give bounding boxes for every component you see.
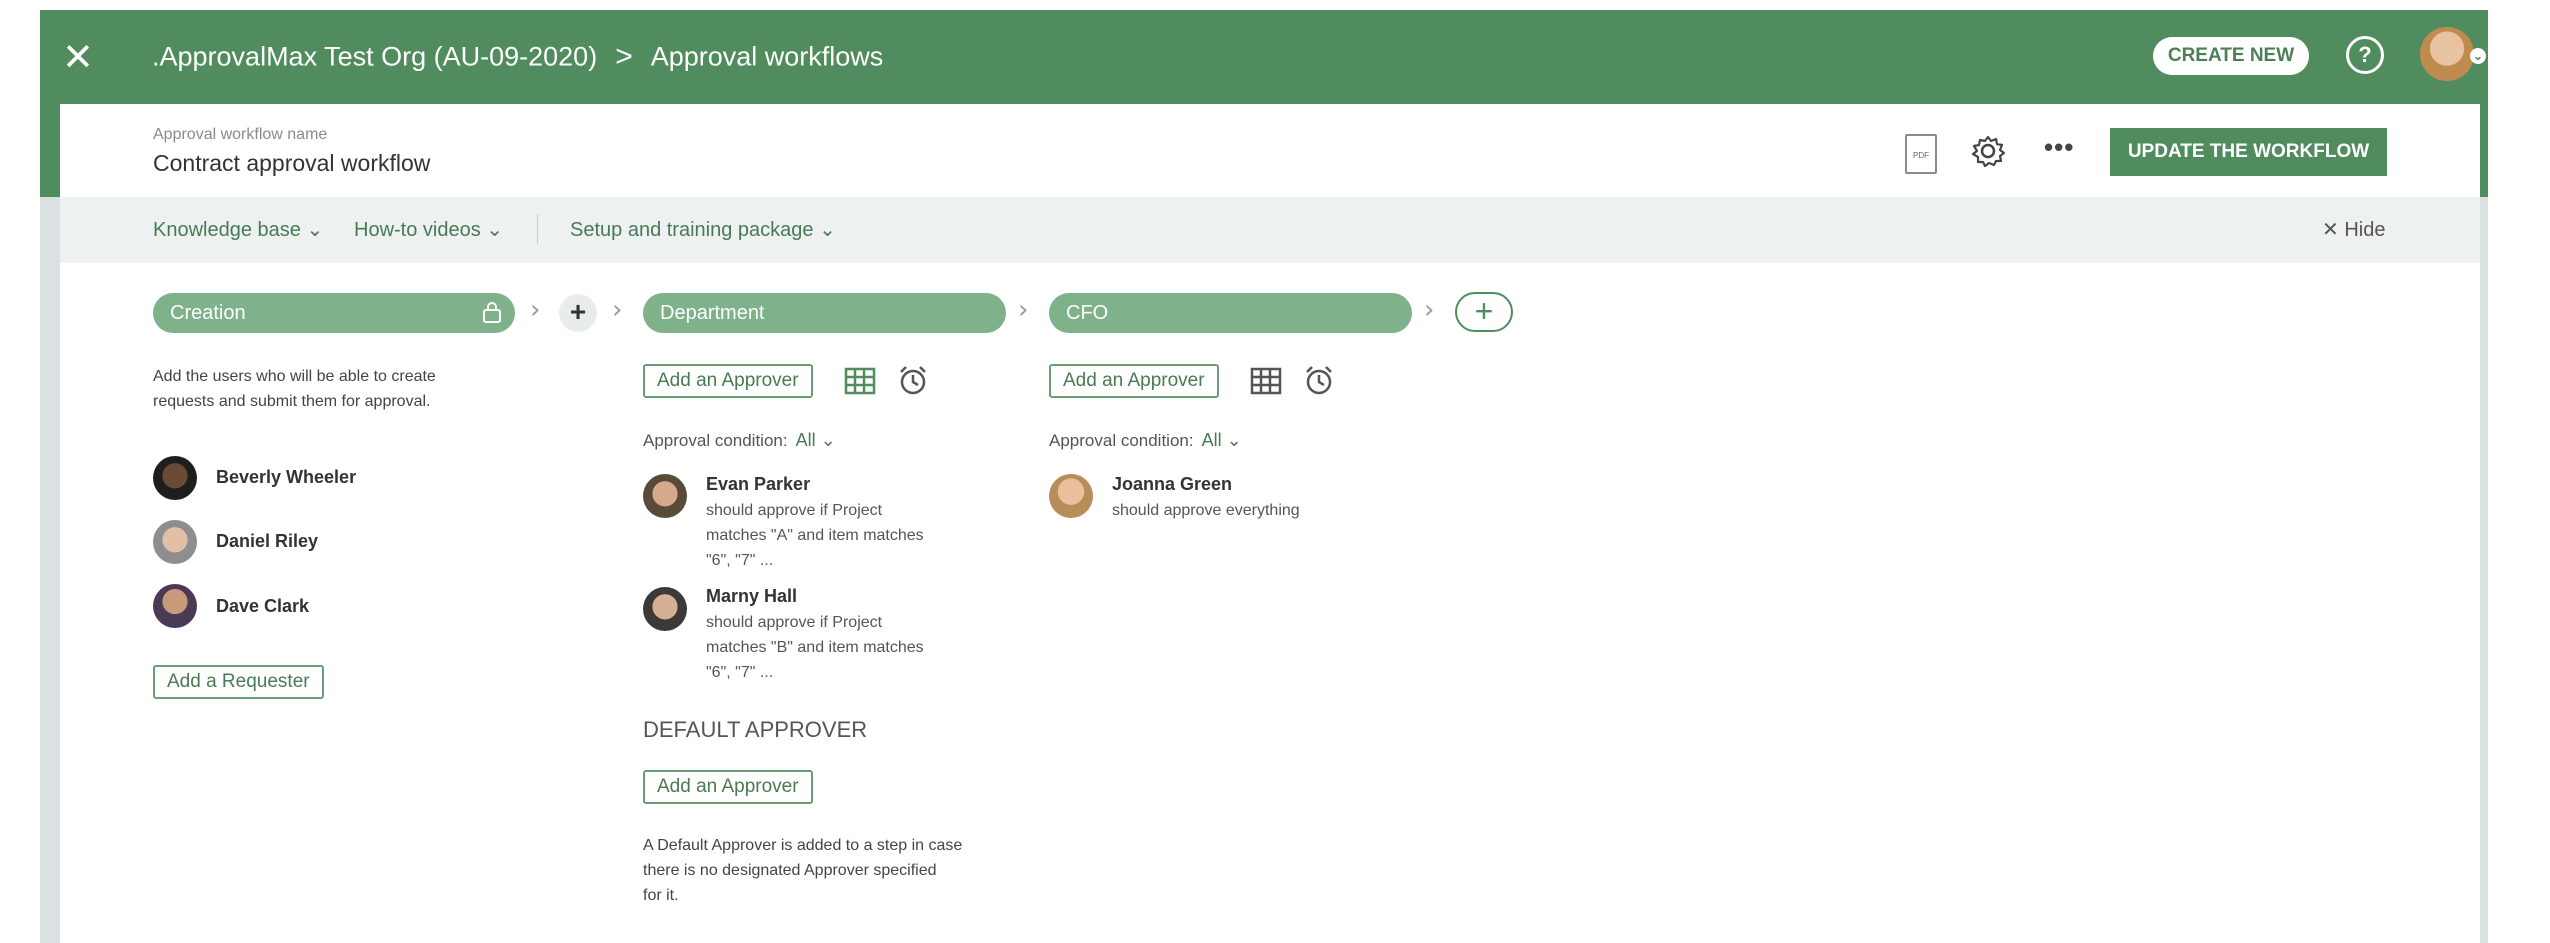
step-creation[interactable]: Creation xyxy=(153,293,515,333)
workflow-name[interactable]: Contract approval workflow xyxy=(153,150,430,177)
approver-name[interactable]: Marny Hall xyxy=(706,586,797,607)
add-approver-button[interactable]: Add an Approver xyxy=(1049,364,1219,398)
avatar xyxy=(643,474,687,518)
hide-help-bar-button[interactable]: ✕ Hide xyxy=(2322,217,2385,242)
step-department[interactable]: Department xyxy=(643,293,1006,333)
step-cfo[interactable]: CFO xyxy=(1049,293,1412,333)
lock-icon xyxy=(483,302,501,323)
matrix-table-icon[interactable] xyxy=(844,365,876,397)
approval-condition: Approval condition: All ⌄ xyxy=(1049,430,1242,451)
requester-name[interactable]: Beverly Wheeler xyxy=(216,467,356,488)
approval-condition-label: Approval condition: xyxy=(1049,431,1194,450)
approval-condition: Approval condition: All ⌄ xyxy=(643,430,836,451)
alarm-clock-icon[interactable] xyxy=(1303,364,1335,396)
approver-name[interactable]: Evan Parker xyxy=(706,474,810,495)
chevron-right-icon: › xyxy=(530,295,541,325)
gear-icon[interactable] xyxy=(1968,131,2008,171)
matrix-table-icon[interactable] xyxy=(1250,365,1282,397)
breadcrumb-section: Approval workflows xyxy=(650,41,884,72)
default-approver-description-line: there is no designated Approver specifie… xyxy=(643,862,937,879)
approver-condition-line: matches "B" and item matches xyxy=(706,639,924,656)
approver-name[interactable]: Joanna Green xyxy=(1112,474,1232,495)
chevron-right-icon: › xyxy=(1018,295,1029,325)
add-default-approver-button[interactable]: Add an Approver xyxy=(643,770,813,804)
how-to-videos-link[interactable]: How-to videos ⌄ xyxy=(354,217,503,242)
breadcrumb-separator: > xyxy=(615,40,633,73)
user-avatar[interactable] xyxy=(2420,27,2474,81)
requester-name[interactable]: Daniel Riley xyxy=(216,531,318,552)
add-requester-button[interactable]: Add a Requester xyxy=(153,665,324,699)
close-icon[interactable]: ✕ xyxy=(62,38,94,76)
add-approver-button[interactable]: Add an Approver xyxy=(643,364,813,398)
approver-condition-line: should approve if Project xyxy=(706,614,883,631)
create-new-button[interactable]: CREATE NEW xyxy=(2153,37,2309,75)
breadcrumb-org[interactable]: .ApprovalMax Test Org (AU-09-2020) xyxy=(152,42,597,72)
approval-condition-dropdown[interactable]: All ⌄ xyxy=(1202,430,1242,450)
avatar xyxy=(643,587,687,631)
avatar xyxy=(153,520,197,564)
workflow-name-label: Approval workflow name xyxy=(153,126,328,143)
avatar-dropdown-icon[interactable]: ⌄ xyxy=(2470,48,2486,64)
breadcrumb: .ApprovalMax Test Org (AU-09-2020) > Appro… xyxy=(152,40,883,74)
update-workflow-button[interactable]: UPDATE THE WORKFLOW xyxy=(2110,128,2387,176)
default-approver-description-line: A Default Approver is added to a step in… xyxy=(643,837,963,854)
default-approver-description-line: for it. xyxy=(643,887,679,904)
help-bar-divider xyxy=(537,214,538,244)
add-step-icon[interactable]: + xyxy=(559,294,597,332)
alarm-clock-icon[interactable] xyxy=(897,364,929,396)
help-icon[interactable]: ? xyxy=(2346,36,2384,74)
setup-training-link[interactable]: Setup and training package ⌄ xyxy=(570,217,836,242)
requester-name[interactable]: Dave Clark xyxy=(216,596,309,617)
knowledge-base-link[interactable]: Knowledge base ⌄ xyxy=(153,217,323,242)
avatar xyxy=(1049,474,1093,518)
approver-condition-line: should approve if Project xyxy=(706,502,883,519)
creation-description-line: Add the users who will be able to create xyxy=(153,368,436,385)
more-options-icon[interactable]: ••• xyxy=(2044,132,2074,163)
default-approver-title: DEFAULT APPROVER xyxy=(643,717,868,742)
approver-condition-line: "6", "7" ... xyxy=(706,552,774,569)
approver-condition-line: matches "A" and item matches xyxy=(706,527,924,544)
creation-description-line: requests and submit them for approval. xyxy=(153,393,431,410)
approval-condition-dropdown[interactable]: All ⌄ xyxy=(796,430,836,450)
pdf-icon[interactable]: PDF xyxy=(1905,134,1937,174)
chevron-right-icon: › xyxy=(612,295,623,325)
avatar xyxy=(153,584,197,628)
approver-condition-line: should approve everything xyxy=(1112,502,1300,519)
approval-condition-label: Approval condition: xyxy=(643,431,788,450)
chevron-right-icon: › xyxy=(1424,295,1435,325)
approver-condition-line: "6", "7" ... xyxy=(706,664,774,681)
avatar xyxy=(153,456,197,500)
add-step-end-icon[interactable]: + xyxy=(1455,292,1513,332)
